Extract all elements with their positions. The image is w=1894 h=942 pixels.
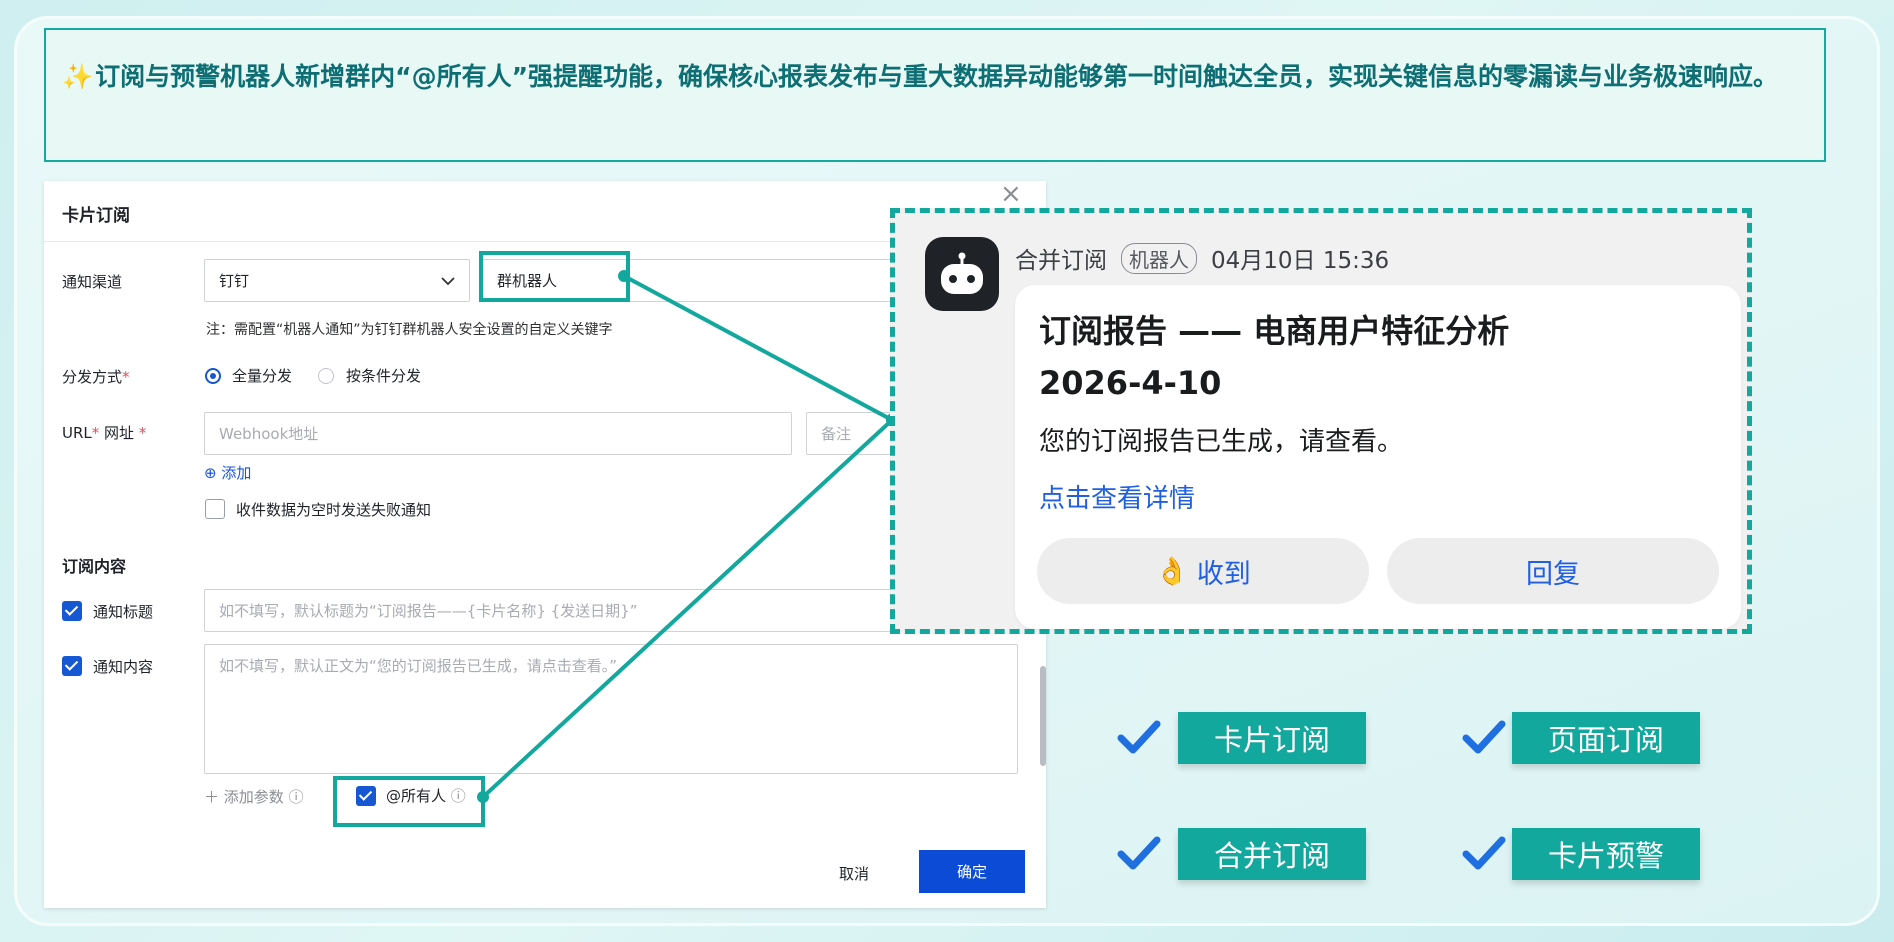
feature-tag-merged-subscription: 合并订阅 <box>1178 828 1366 880</box>
check-icon <box>1117 720 1161 754</box>
notification-header: 合并订阅 机器人 04月10日 15:36 <box>1015 241 1389 275</box>
view-details-link[interactable]: 点击查看详情 <box>1039 478 1195 515</box>
check-icon <box>1462 836 1506 870</box>
robot-avatar-icon <box>925 237 999 311</box>
sender-name: 合并订阅 <box>1015 248 1107 274</box>
feature-tag-card-alert: 卡片预警 <box>1512 828 1700 880</box>
ack-button[interactable]: 👌 收到 <box>1037 538 1369 604</box>
card-body: 您的订阅报告已生成，请查看。 <box>1039 427 1404 457</box>
card-title: 订阅报告 —— 电商用户特征分析 2026-4-10 <box>1039 312 1510 402</box>
feature-tag-card-subscription: 卡片订阅 <box>1178 712 1366 764</box>
check-icon <box>1462 720 1506 754</box>
message-card[interactable]: 订阅报告 —— 电商用户特征分析 2026-4-10 您的订阅报告已生成，请查看。… <box>1015 285 1741 629</box>
dingtalk-notification-preview: 合并订阅 机器人 04月10日 15:36 订阅报告 —— 电商用户特征分析 20… <box>890 208 1752 634</box>
check-icon <box>1117 836 1161 870</box>
reply-button[interactable]: 回复 <box>1387 538 1719 604</box>
ok-hand-icon: 👌 <box>1155 556 1189 587</box>
timestamp: 04月10日 15:36 <box>1211 248 1390 274</box>
robot-badge: 机器人 <box>1121 242 1197 274</box>
feature-tag-page-subscription: 页面订阅 <box>1512 712 1700 764</box>
